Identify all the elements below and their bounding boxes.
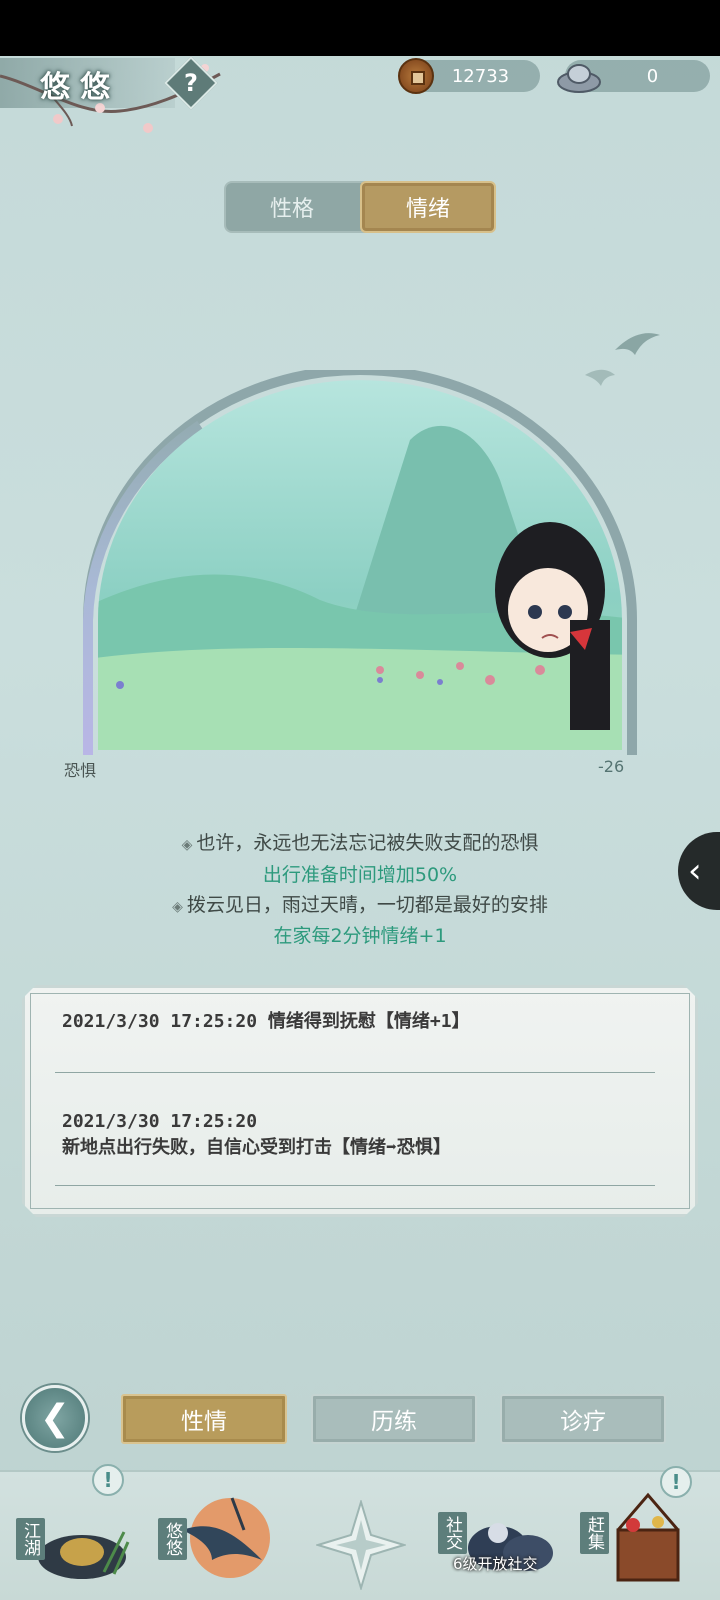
copper-coin-amount: 12733: [451, 65, 510, 87]
social-unlock-hint: 6级开放社交: [453, 1555, 538, 1573]
nav-jianghu[interactable]: 江湖 !: [10, 1464, 140, 1600]
back-button[interactable]: ❮: [22, 1385, 88, 1451]
tab-emotion[interactable]: 情绪: [360, 181, 496, 233]
status-bar: [0, 0, 720, 56]
description-2: ◈ 拨云见日，雨过天晴，一切都是最好的安排: [0, 890, 720, 917]
diamond-bullet-icon: ◈: [181, 837, 193, 853]
mood-scene-illustration: [83, 370, 637, 755]
log-divider: [55, 1185, 655, 1186]
description-2-effect: 在家每2分钟情绪+1: [273, 925, 447, 947]
log-divider: [55, 1072, 655, 1073]
swallow-emblem-icon: [182, 1497, 270, 1578]
nav-market-label: 赶集: [580, 1512, 609, 1554]
alert-badge-icon: !: [92, 1464, 124, 1496]
description-2-text: 拨云见日，雨过天晴，一切都是最好的安排: [186, 894, 548, 916]
market-basket-icon: [616, 1492, 680, 1582]
alert-badge-icon: !: [660, 1466, 692, 1498]
log-entry-1: 2021/3/30 17:25:20 情绪得到抚慰【情绪+1】: [62, 1011, 470, 1032]
tab-experience[interactable]: 历练: [311, 1394, 477, 1444]
nav-youyou[interactable]: 悠悠: [152, 1490, 282, 1600]
nav-youyou-label: 悠悠: [158, 1518, 187, 1560]
character-name: 悠悠: [40, 70, 120, 105]
diamond-bullet-icon: ◈: [172, 899, 183, 915]
description-1-text: 也许，永远也无法忘记被失败支配的恐惧: [196, 832, 539, 854]
emotion-state-label: 恐惧: [64, 761, 97, 780]
emotion-value: -26: [598, 757, 625, 776]
nav-social[interactable]: 社交: [438, 1490, 568, 1600]
nav-market[interactable]: 赶集 !: [580, 1466, 710, 1600]
help-icon: ?: [184, 69, 198, 97]
nav-jianghu-label: 江湖: [16, 1518, 45, 1560]
description-1: ◈ 也许，永远也无法忘记被失败支配的恐惧: [0, 828, 720, 855]
chevron-left-icon: ‹: [688, 851, 702, 891]
back-arrow-icon: ❮: [39, 1397, 71, 1439]
log-entry-2-time: 2021/3/30 17:25:20: [62, 1111, 258, 1132]
straw-hat-icon: [38, 1531, 130, 1579]
log-entry-2-text: 新地点出行失败，自信心受到打击【情绪➡恐惧】: [62, 1137, 451, 1158]
nav-social-label: 社交: [438, 1512, 467, 1554]
description-1-effect: 出行准备时间增加50%: [262, 864, 458, 886]
tab-temperament[interactable]: 性情: [121, 1394, 287, 1444]
silver-ingot-icon: [557, 64, 601, 93]
tab-treatment[interactable]: 诊疗: [500, 1394, 666, 1444]
social-birds-icon: [468, 1523, 553, 1571]
home-compass-icon[interactable]: [316, 1500, 406, 1590]
tab-personality[interactable]: 性格: [224, 181, 360, 233]
silver-ingot-amount: 0: [646, 65, 659, 87]
copper-coin-icon: [398, 58, 434, 94]
